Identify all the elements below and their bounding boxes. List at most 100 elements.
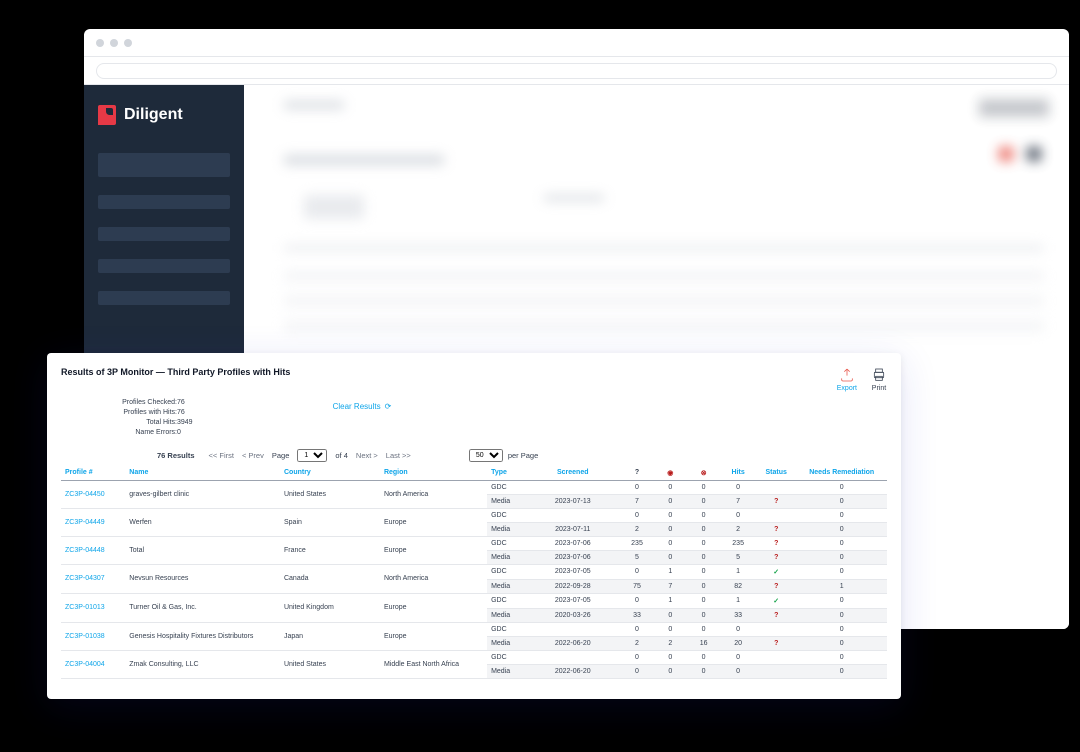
cell-type: Media bbox=[487, 608, 525, 622]
page-label: Page bbox=[272, 451, 290, 460]
cell-screened: 2022-06-20 bbox=[525, 664, 620, 678]
results-count: 76 Results bbox=[157, 451, 195, 460]
cell-c: 0 bbox=[654, 550, 687, 564]
cell-region: Middle East North Africa bbox=[380, 650, 487, 678]
table-row[interactable]: ZC3P-04307Nevsun ResourcesCanadaNorth Am… bbox=[61, 564, 887, 579]
cell-screened: 2023-07-05 bbox=[525, 564, 620, 579]
sidebar-item[interactable] bbox=[98, 195, 230, 209]
cell-x: 0 bbox=[687, 622, 720, 636]
cell-q: 0 bbox=[620, 508, 653, 522]
brand-logo: Diligent bbox=[98, 105, 230, 125]
cell-name: Turner Oil & Gas, Inc. bbox=[125, 593, 280, 622]
cell-c: 7 bbox=[654, 579, 687, 593]
table-row[interactable]: ZC3P-01038Genesis Hospitality Fixtures D… bbox=[61, 622, 887, 636]
th-hits[interactable]: Hits bbox=[720, 466, 756, 481]
cell-profile[interactable]: ZC3P-01013 bbox=[61, 593, 125, 622]
cell-status: ? bbox=[756, 608, 796, 622]
cell-region: Europe bbox=[380, 536, 487, 564]
cell-hits: 1 bbox=[720, 564, 756, 579]
table-row[interactable]: ZC3P-01013Turner Oil & Gas, Inc.United K… bbox=[61, 593, 887, 608]
cell-region: North America bbox=[380, 564, 487, 593]
th-remediation[interactable]: Needs Remediation bbox=[796, 466, 887, 481]
cell-remediation: 0 bbox=[796, 664, 887, 678]
cell-c: 0 bbox=[654, 536, 687, 550]
th-circle-icon[interactable]: ◉ bbox=[654, 466, 687, 481]
cell-screened: 2023-07-06 bbox=[525, 550, 620, 564]
page-first[interactable]: << First bbox=[209, 451, 234, 460]
th-country[interactable]: Country bbox=[280, 466, 380, 481]
cell-profile[interactable]: ZC3P-04004 bbox=[61, 650, 125, 678]
cell-profile[interactable]: ZC3P-04307 bbox=[61, 564, 125, 593]
sidebar-item[interactable] bbox=[98, 291, 230, 305]
per-page-select[interactable]: 50 bbox=[469, 449, 503, 462]
cell-q: 235 bbox=[620, 536, 653, 550]
cell-x: 0 bbox=[687, 650, 720, 664]
cell-q: 7 bbox=[620, 494, 653, 508]
th-profile[interactable]: Profile # bbox=[61, 466, 125, 481]
page-next[interactable]: Next > bbox=[356, 451, 378, 460]
stat-profiles-checked: 76 bbox=[177, 399, 185, 406]
cell-status: ✓ bbox=[756, 564, 796, 579]
page-prev[interactable]: < Prev bbox=[242, 451, 264, 460]
sidebar-item[interactable] bbox=[98, 227, 230, 241]
th-status[interactable]: Status bbox=[756, 466, 796, 481]
export-button[interactable]: Export bbox=[837, 367, 857, 392]
th-cross-icon[interactable]: ⊗ bbox=[687, 466, 720, 481]
table-row[interactable]: ZC3P-04449WerfenSpainEuropeGDC00000 bbox=[61, 508, 887, 522]
cell-screened: 2023-07-11 bbox=[525, 522, 620, 536]
th-question-icon[interactable]: ? bbox=[620, 466, 653, 481]
traffic-light-zoom[interactable] bbox=[124, 39, 132, 47]
cell-profile[interactable]: ZC3P-01038 bbox=[61, 622, 125, 650]
cell-screened bbox=[525, 480, 620, 494]
table-row[interactable]: ZC3P-04448TotalFranceEuropeGDC2023-07-06… bbox=[61, 536, 887, 550]
traffic-light-close[interactable] bbox=[96, 39, 104, 47]
url-bar[interactable] bbox=[96, 63, 1057, 79]
stat-profiles-checked-label: Profiles Checked: bbox=[109, 398, 177, 408]
print-button[interactable]: Print bbox=[871, 367, 887, 392]
cell-profile[interactable]: ZC3P-04450 bbox=[61, 480, 125, 508]
clear-icon: ⟳ bbox=[385, 402, 392, 411]
cell-remediation: 1 bbox=[796, 579, 887, 593]
th-type[interactable]: Type bbox=[487, 466, 525, 481]
th-name[interactable]: Name bbox=[125, 466, 280, 481]
page-last[interactable]: Last >> bbox=[386, 451, 411, 460]
cell-name: graves-gilbert clinic bbox=[125, 480, 280, 508]
th-region[interactable]: Region bbox=[380, 466, 487, 481]
cell-screened: 2023-07-05 bbox=[525, 593, 620, 608]
cell-remediation: 0 bbox=[796, 494, 887, 508]
cell-remediation: 0 bbox=[796, 650, 887, 664]
cell-q: 2 bbox=[620, 522, 653, 536]
th-screened[interactable]: Screened bbox=[525, 466, 620, 481]
cell-hits: 1 bbox=[720, 593, 756, 608]
cell-country: Spain bbox=[280, 508, 380, 536]
cell-type: GDC bbox=[487, 480, 525, 494]
cell-screened: 2022-09-28 bbox=[525, 579, 620, 593]
cell-c: 1 bbox=[654, 593, 687, 608]
cell-c: 0 bbox=[654, 650, 687, 664]
cell-hits: 5 bbox=[720, 550, 756, 564]
cell-name: Werfen bbox=[125, 508, 280, 536]
cell-c: 0 bbox=[654, 608, 687, 622]
report-panel: Results of 3P Monitor — Third Party Prof… bbox=[47, 353, 901, 699]
cell-q: 33 bbox=[620, 608, 653, 622]
sidebar-item[interactable] bbox=[98, 259, 230, 273]
cell-c: 0 bbox=[654, 664, 687, 678]
cell-type: GDC bbox=[487, 508, 525, 522]
cell-remediation: 0 bbox=[796, 480, 887, 494]
cell-profile[interactable]: ZC3P-04449 bbox=[61, 508, 125, 536]
cell-screened: 2023-07-06 bbox=[525, 536, 620, 550]
cell-type: Media bbox=[487, 636, 525, 650]
table-row[interactable]: ZC3P-04450graves-gilbert clinicUnited St… bbox=[61, 480, 887, 494]
cell-q: 0 bbox=[620, 664, 653, 678]
table-row[interactable]: ZC3P-04004Zmak Consulting, LLCUnited Sta… bbox=[61, 650, 887, 664]
page-select[interactable]: 1 bbox=[297, 449, 327, 462]
cell-q: 0 bbox=[620, 593, 653, 608]
traffic-light-minimize[interactable] bbox=[110, 39, 118, 47]
cell-profile[interactable]: ZC3P-04448 bbox=[61, 536, 125, 564]
cell-status bbox=[756, 508, 796, 522]
sidebar-item[interactable] bbox=[98, 153, 230, 177]
clear-results-button[interactable]: Clear Results ⟳ bbox=[333, 402, 392, 411]
cell-status bbox=[756, 622, 796, 636]
cell-x: 0 bbox=[687, 480, 720, 494]
cell-remediation: 0 bbox=[796, 593, 887, 608]
